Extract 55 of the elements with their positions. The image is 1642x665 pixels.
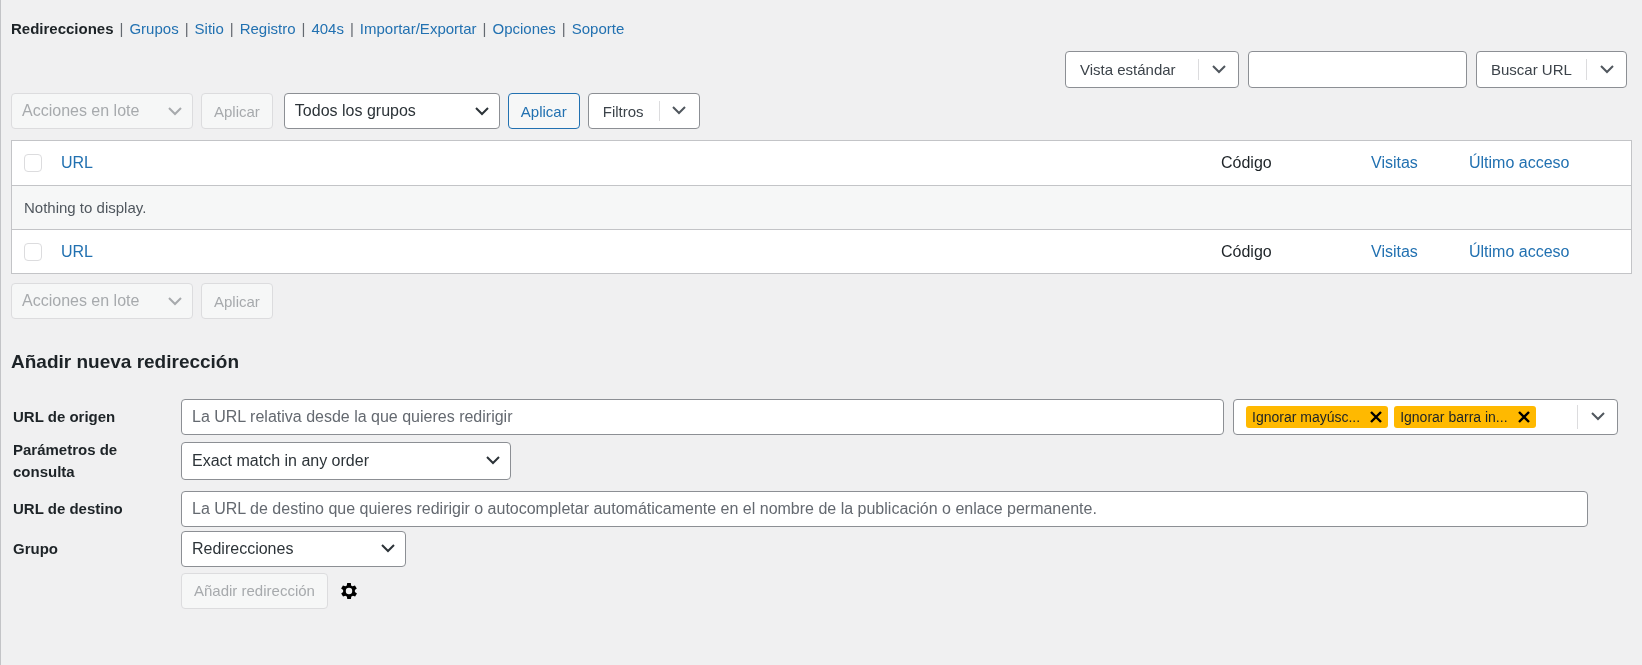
column-header: Código (1221, 242, 1273, 261)
chevron-down-icon (474, 106, 489, 116)
nav-separator: | (349, 20, 354, 37)
nav-separator: | (482, 20, 487, 37)
select-all-checkbox[interactable] (24, 154, 42, 172)
chevron-down-icon (1599, 65, 1614, 74)
field-label: Grupo (12, 538, 59, 559)
source-url-field[interactable]: La URL relativa desde la que quieres redirigir (181, 399, 1224, 435)
nav-link[interactable]: Importar/Exportar (359, 20, 477, 37)
chevron-down-icon (168, 106, 182, 116)
remove-icon[interactable] (1517, 411, 1530, 423)
column-header-link[interactable]: Visitas (1371, 154, 1469, 172)
filters-button[interactable]: Filtros (587, 93, 700, 129)
nav-separator: | (184, 20, 189, 37)
field-label: URL de origen (12, 407, 117, 428)
column-header-link[interactable]: Último acceso (1469, 242, 1619, 261)
nav-link[interactable]: Redirecciones (11, 20, 114, 37)
column-header-link[interactable]: URL (61, 242, 1221, 261)
nav-separator: | (229, 20, 234, 37)
chevron-down-icon (486, 456, 500, 466)
nav-link[interactable]: Registro (239, 20, 296, 37)
query-params-select[interactable]: Exact match in any order (181, 441, 511, 480)
group-select[interactable]: Redirecciones (181, 530, 406, 567)
apply-button[interactable]: Aplicar (507, 93, 580, 129)
chevron-down-icon (672, 106, 687, 116)
select-all-checkbox[interactable] (24, 242, 42, 261)
view-select[interactable]: Vista estándar (1065, 51, 1239, 88)
field-label: URL de destino (12, 498, 124, 519)
chevron-down-icon (168, 296, 182, 306)
nav-link[interactable]: Soporte (571, 20, 625, 37)
chevron-down-icon (1590, 412, 1605, 422)
field-label: Parámetros de consulta (12, 440, 119, 482)
empty-message: Nothing to display. (24, 199, 147, 216)
nav-link[interactable]: Grupos (129, 20, 179, 37)
nav-separator: | (301, 20, 306, 37)
column-header-link[interactable]: URL (61, 154, 1221, 172)
target-url-field[interactable]: La URL de destino que quieres redirigir o autocompletar automáticamente en el nombre de la publicación o enlace permanente. (181, 490, 1588, 527)
nav-link[interactable]: 404s (311, 20, 344, 37)
group-filter-select[interactable]: Todos los grupos (283, 93, 500, 129)
column-header-link[interactable]: Último acceso (1469, 154, 1619, 172)
search-button[interactable]: Buscar URL (1476, 51, 1627, 88)
nav-separator: | (119, 20, 124, 37)
search-field[interactable] (1248, 51, 1467, 88)
flags-select[interactable]: Ignorar mayúsc... Ignorar barra in... (1233, 399, 1618, 435)
flag-tag: Ignorar mayúsc... (1246, 406, 1389, 428)
chevron-down-icon (381, 544, 395, 553)
remove-icon[interactable] (1370, 411, 1383, 423)
nav-separator: | (561, 20, 566, 37)
flag-tag: Ignorar barra in... (1394, 406, 1536, 428)
nav-link[interactable]: Opciones (492, 20, 556, 37)
chevron-down-icon (1211, 65, 1226, 74)
section-title: Añadir nueva redirección (11, 351, 241, 373)
nav-link[interactable]: Sitio (194, 20, 224, 37)
column-header-link[interactable]: Visitas (1371, 242, 1469, 261)
column-header: Código (1221, 154, 1273, 172)
